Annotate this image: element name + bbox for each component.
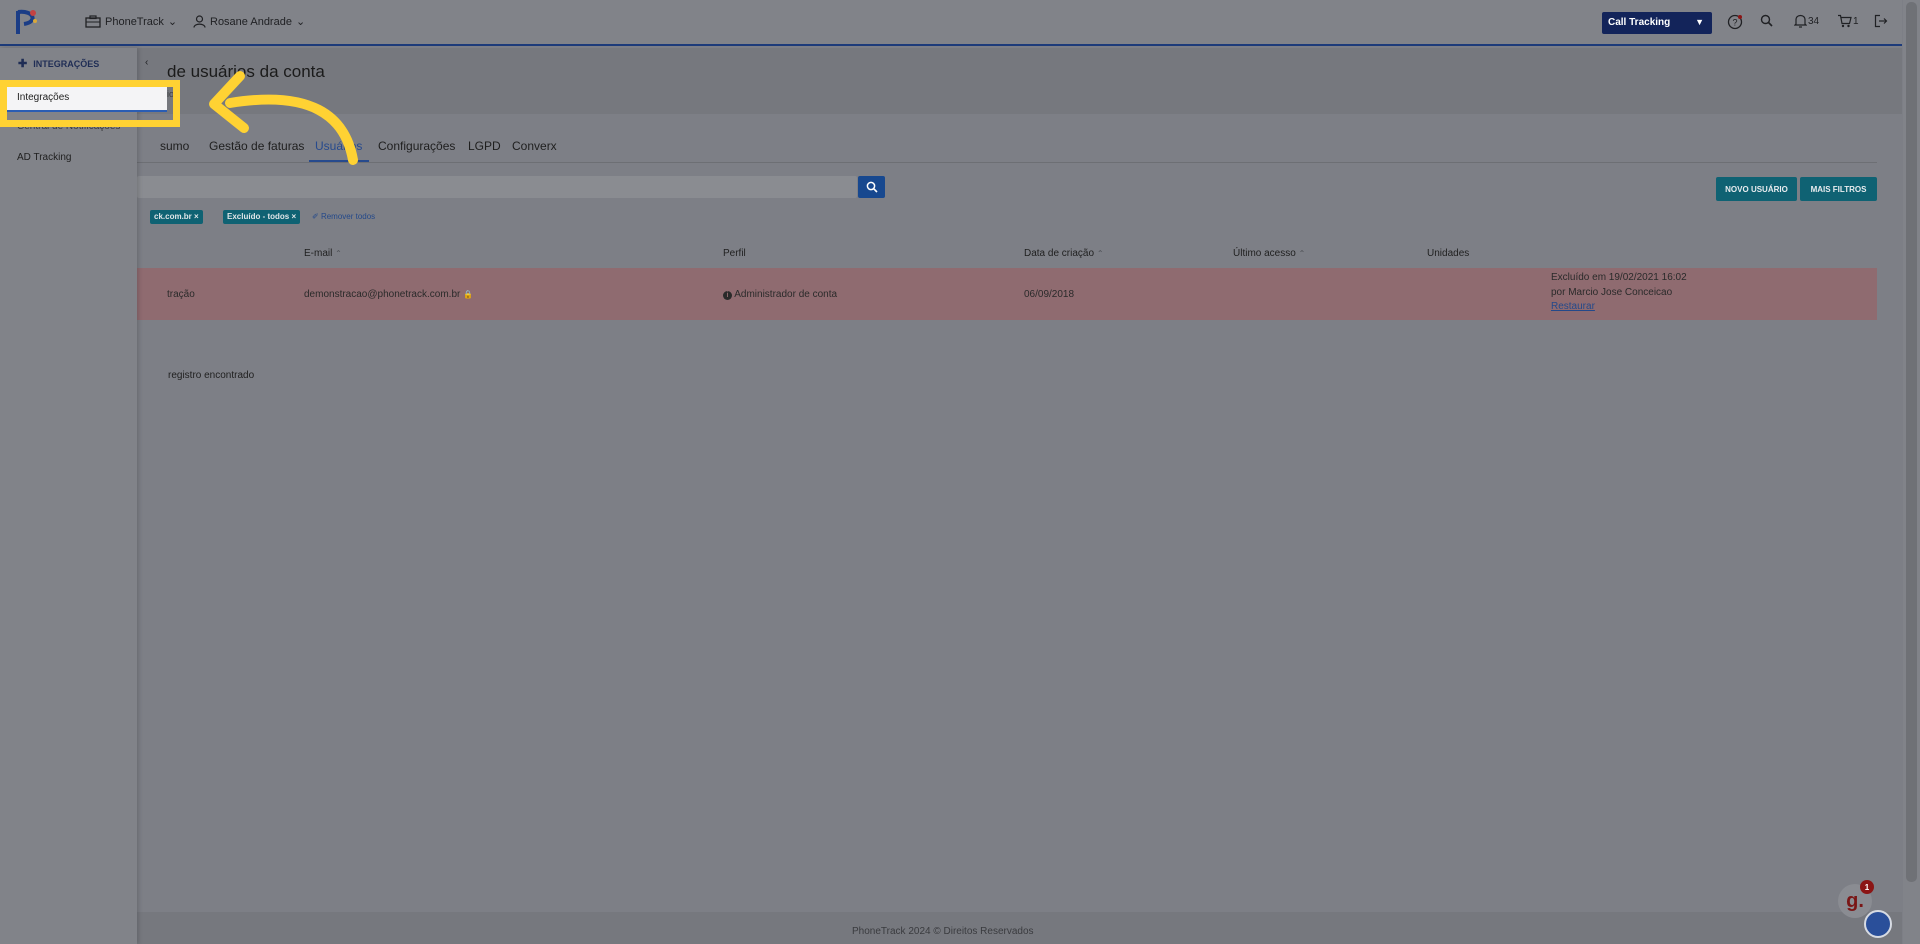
chat-badge-count: 1: [1860, 880, 1874, 894]
lock-icon: 🔒: [463, 290, 474, 299]
logout-icon: [1874, 14, 1888, 28]
svg-text:?: ?: [1732, 18, 1737, 28]
product-select-label: Call Tracking: [1608, 17, 1671, 28]
caret-down-icon: ▼: [1695, 17, 1704, 27]
phonetrack-logo-icon[interactable]: [14, 8, 40, 36]
search-button[interactable]: [1760, 14, 1773, 27]
info-icon: i: [723, 291, 732, 300]
highlight-box: [0, 80, 180, 127]
notifications-count: 34: [1808, 15, 1820, 27]
search-icon: [866, 181, 878, 193]
filter-chip-email[interactable]: ck.com.br ×: [150, 210, 203, 224]
puzzle-icon: ✚: [18, 58, 28, 70]
chat-glyph: g.: [1846, 889, 1864, 912]
more-filters-button[interactable]: MAIS FILTROS: [1800, 177, 1877, 201]
chevron-down-icon: ⌄: [167, 16, 178, 28]
sidebar-item-ad-tracking[interactable]: AD Tracking: [17, 152, 71, 163]
tab-configuracoes[interactable]: Configurações: [378, 139, 455, 153]
search-input[interactable]: [137, 176, 857, 198]
tab-converx[interactable]: Converx: [512, 139, 557, 153]
bell-icon: [1794, 14, 1807, 28]
cart-button[interactable]: 1: [1837, 14, 1859, 28]
company-name: PhoneTrack: [105, 15, 164, 28]
column-header-perfil: Perfil: [723, 248, 746, 259]
user-name: Rosane Andrade: [210, 15, 292, 28]
cart-count: 1: [1853, 15, 1859, 27]
briefcase-icon: [85, 15, 101, 28]
sort-icon: ⌃: [335, 249, 342, 258]
tab-lgpd[interactable]: LGPD: [468, 139, 501, 153]
sort-icon: ⌃: [1096, 249, 1104, 258]
logout-button[interactable]: [1874, 14, 1888, 28]
new-user-button[interactable]: NOVO USUÁRIO: [1716, 177, 1797, 201]
cell-deleted-by: por Marcio Jose Conceicao: [1551, 287, 1673, 298]
sidebar-heading: ✚ INTEGRAÇÕES: [18, 58, 100, 70]
record-count: registro encontrado: [168, 370, 255, 381]
remove-all-filters-link[interactable]: ✐ Remover todos: [312, 212, 375, 221]
restore-link[interactable]: Restaurar: [1551, 301, 1595, 312]
page-header: [137, 48, 1902, 114]
cell-created: 06/09/2018: [1024, 289, 1075, 300]
chat-widget-button[interactable]: g. 1: [1838, 880, 1874, 918]
cell-deleted-info: Excluído em 19/02/2021 16:02: [1551, 272, 1687, 283]
support-bubble-icon[interactable]: [1864, 910, 1892, 938]
top-bar: PhoneTrack ⌄ Rosane Andrade ⌄ Call Track…: [0, 0, 1902, 46]
tab-bar: sumo Gestão de faturas Usuários Configur…: [137, 135, 1877, 163]
notifications-button[interactable]: 34: [1794, 14, 1819, 28]
cell-email: demonstracao@phonetrack.com.br 🔒: [304, 289, 474, 300]
column-header-email[interactable]: E-mail ⌃: [304, 248, 342, 259]
help-button[interactable]: ?: [1727, 14, 1743, 30]
user-icon: [193, 15, 206, 28]
user-selector[interactable]: Rosane Andrade ⌄: [193, 15, 305, 28]
sort-icon: ⌃: [1298, 249, 1306, 258]
scrollbar-thumb[interactable]: [1906, 2, 1917, 882]
tab-consumo[interactable]: sumo: [160, 139, 189, 153]
footer-text: PhoneTrack 2024 © Direitos Reservados: [852, 926, 1034, 937]
column-header-data-criacao[interactable]: Data de criação ⌃: [1024, 248, 1104, 259]
column-header-ultimo-acesso[interactable]: Último acesso ⌃: [1233, 248, 1305, 259]
chevron-down-icon: ⌄: [295, 16, 306, 28]
collapse-sidebar-icon[interactable]: ‹: [145, 57, 148, 68]
sidebar-panel: [0, 48, 137, 944]
help-circle-icon: ?: [1727, 14, 1743, 30]
company-selector[interactable]: PhoneTrack ⌄: [85, 15, 177, 28]
eraser-icon: ✐: [312, 212, 319, 221]
cart-icon: [1838, 14, 1852, 28]
column-header-unidades: Unidades: [1427, 248, 1470, 259]
tutorial-arrow-icon: [209, 71, 358, 165]
filter-chip-excluido[interactable]: Excluído - todos ×: [223, 210, 301, 224]
product-select[interactable]: Call Tracking ▼: [1602, 12, 1712, 34]
cell-profile: i Administrador de conta: [723, 289, 837, 300]
cell-name: tração: [167, 289, 195, 300]
search-submit-button[interactable]: [858, 176, 885, 198]
search-icon: [1760, 14, 1773, 27]
remove-all-label: Remover todos: [320, 212, 376, 221]
